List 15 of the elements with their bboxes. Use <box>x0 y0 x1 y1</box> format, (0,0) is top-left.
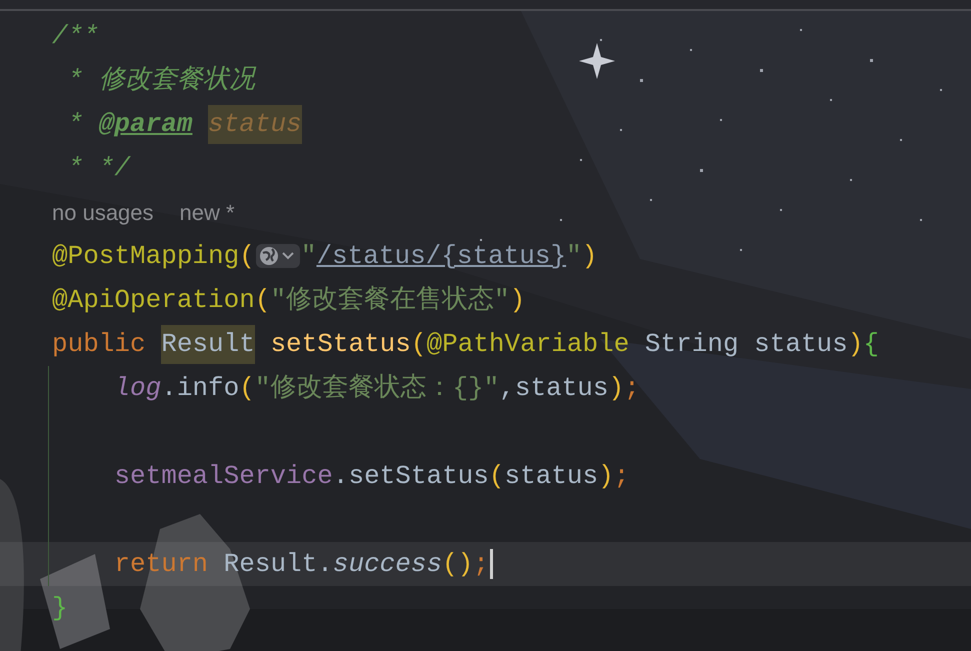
globe-dropdown-icon[interactable] <box>256 244 300 268</box>
inlay-hint[interactable]: new * <box>180 196 235 228</box>
code-text: "/status/{status}") <box>300 240 598 272</box>
code-line: * */ <box>66 152 132 184</box>
code-line: } <box>51 592 69 624</box>
code-text: @PostMapping( <box>52 240 255 272</box>
code-line: * @param status <box>0 102 971 146</box>
inlay-hint[interactable]: no usages <box>52 196 154 228</box>
code-line: return Result.success(); <box>113 548 489 580</box>
code-line: /** <box>51 20 100 52</box>
code-line: setmealService.setStatus(status); <box>113 460 630 492</box>
code-line: public Result setStatus(@PathVariable String status){ <box>0 322 971 366</box>
code-line: log.info("修改套餐状态：{}",status); <box>113 372 641 404</box>
code-line: @ApiOperation("修改套餐在售状态") <box>51 284 526 316</box>
code-line: * 修改套餐状况 <box>66 64 258 96</box>
